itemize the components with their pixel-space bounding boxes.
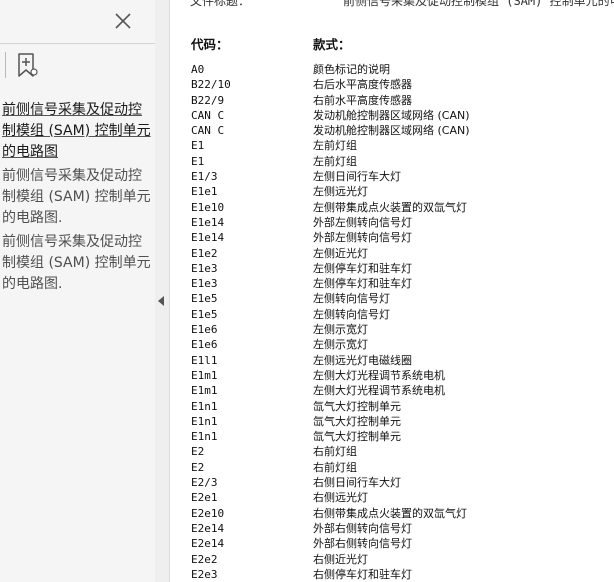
document-title-label: 文件标题： (190, 0, 251, 8)
component-code: CAN C (191, 124, 225, 138)
component-code: E2e1 (191, 491, 218, 505)
component-code: E2/3 (191, 476, 218, 490)
document-title-value: 前侧信号采集及促动控制模组 (SAM) 控制单元的电 (343, 0, 614, 8)
component-description: 外部右侧转向信号灯 (313, 521, 412, 535)
component-description: 左侧带集成点火装置的双氙气灯 (313, 200, 467, 214)
component-description: 外部左侧转向信号灯 (313, 231, 412, 245)
pdf-viewer-window: 前侧信号采集及促动控制模组 (SAM) 控制单元的电路图 前侧信号采集及促动控制模… (0, 0, 614, 582)
component-code: E1e2 (191, 246, 218, 260)
component-description: 右侧近光灯 (313, 552, 368, 566)
component-description: 左侧转向信号灯 (313, 307, 390, 321)
panel-splitter[interactable] (155, 0, 170, 582)
component-description: 氙气大灯控制单元 (313, 430, 401, 444)
component-description: 左侧大灯光程调节系统电机 (313, 368, 445, 382)
code-column-header: 代码： (191, 37, 229, 52)
component-description: 左侧停车灯和驻车灯 (313, 277, 412, 291)
component-description: 左侧停车灯和驻车灯 (313, 261, 412, 275)
component-description: 右前水平高度传感器 (313, 93, 412, 107)
component-description: 左侧示宽灯 (313, 323, 368, 337)
component-code: E2e14 (191, 537, 225, 551)
component-code: E1n1 (191, 399, 218, 413)
component-code: E1e14 (191, 215, 225, 229)
component-code: B22/9 (191, 93, 225, 107)
component-description: 右后水平高度传感器 (313, 78, 412, 92)
component-code: E1e3 (191, 261, 218, 275)
component-code: E1 (191, 154, 205, 168)
bookmark-list: 前侧信号采集及促动控制模组 (SAM) 控制单元的电路图 前侧信号采集及促动控制模… (2, 100, 152, 298)
component-code: E1n1 (191, 414, 218, 428)
component-description: 左侧大灯光程调节系统电机 (313, 384, 445, 398)
component-description: 颜色标记的说明 (313, 63, 390, 76)
description-column-header: 款式： (313, 37, 351, 52)
bookmark-item[interactable]: 前侧信号采集及促动控制模组 (SAM) 控制单元的电路图. (2, 232, 152, 295)
component-code: E1e10 (191, 200, 225, 214)
component-code: E1e6 (191, 323, 218, 337)
add-bookmark-button[interactable] (13, 51, 41, 79)
component-description: 左侧近光灯 (313, 246, 368, 260)
bookmarks-panel: 前侧信号采集及促动控制模组 (SAM) 控制单元的电路图 前侧信号采集及促动控制模… (0, 0, 156, 582)
component-description: 左侧示宽灯 (313, 338, 368, 352)
bookmark-item[interactable]: 前侧信号采集及促动控制模组 (SAM) 控制单元的电路图. (2, 166, 152, 229)
component-code: E1e5 (191, 292, 218, 306)
bookmark-item[interactable]: 前侧信号采集及促动控制模组 (SAM) 控制单元的电路图 (2, 100, 152, 163)
component-code: E2e2 (191, 552, 218, 566)
component-code: A0 (191, 63, 205, 76)
component-description: 右侧远光灯 (313, 491, 368, 505)
document-page: 文件标题： 前侧信号采集及促动控制模组 (SAM) 控制单元的电 代码： 款式：… (170, 0, 614, 582)
component-code: E1l1 (191, 353, 218, 367)
component-code: E1/3 (191, 170, 218, 184)
component-description: 氙气大灯控制单元 (313, 399, 401, 413)
component-description: 左侧远光灯 (313, 185, 368, 199)
component-description: 左前灯组 (313, 154, 357, 168)
component-description: 发动机舱控制器区域网络 (CAN) (313, 108, 470, 122)
component-description: 外部右侧转向信号灯 (313, 537, 412, 551)
chevron-left-icon[interactable] (158, 296, 164, 306)
component-code: E1 (191, 139, 205, 153)
component-code: E1e14 (191, 231, 225, 245)
component-code: B22/10 (191, 78, 231, 92)
component-code: E2 (191, 460, 205, 474)
component-code: E1n1 (191, 430, 218, 444)
component-description: 左前灯组 (313, 139, 357, 153)
component-code: CAN C (191, 108, 225, 122)
component-code: E1e5 (191, 307, 218, 321)
panel-header-divider (0, 43, 155, 44)
component-description: 氙气大灯控制单元 (313, 414, 401, 428)
component-description: 右侧带集成点火装置的双氙气灯 (313, 506, 467, 520)
component-code: E1e1 (191, 185, 218, 199)
component-code: E1m1 (191, 368, 218, 382)
toolbar-separator (5, 52, 6, 78)
component-code: E2e14 (191, 521, 225, 535)
component-description: 右前灯组 (313, 445, 357, 459)
bookmark-add-icon (18, 53, 38, 77)
component-description: 右前灯组 (313, 460, 357, 474)
component-description: 发动机舱控制器区域网络 (CAN) (313, 124, 470, 138)
component-code: E1m1 (191, 384, 218, 398)
component-code: E1e6 (191, 338, 218, 352)
close-panel-button[interactable] (110, 8, 136, 34)
component-description: 左侧日间行车大灯 (313, 170, 401, 184)
component-description: 右侧日间行车大灯 (313, 476, 401, 490)
component-description: 左侧转向信号灯 (313, 292, 390, 306)
component-description: 左侧远光灯电磁线圈 (313, 353, 412, 367)
component-code: E1e3 (191, 277, 218, 291)
component-code: E2e3 (191, 567, 218, 581)
component-description: 右侧停车灯和驻车灯 (313, 567, 412, 581)
component-code: E2e10 (191, 506, 225, 520)
component-code: E2 (191, 445, 205, 459)
component-description: 外部左侧转向信号灯 (313, 215, 412, 229)
close-icon (115, 13, 131, 29)
